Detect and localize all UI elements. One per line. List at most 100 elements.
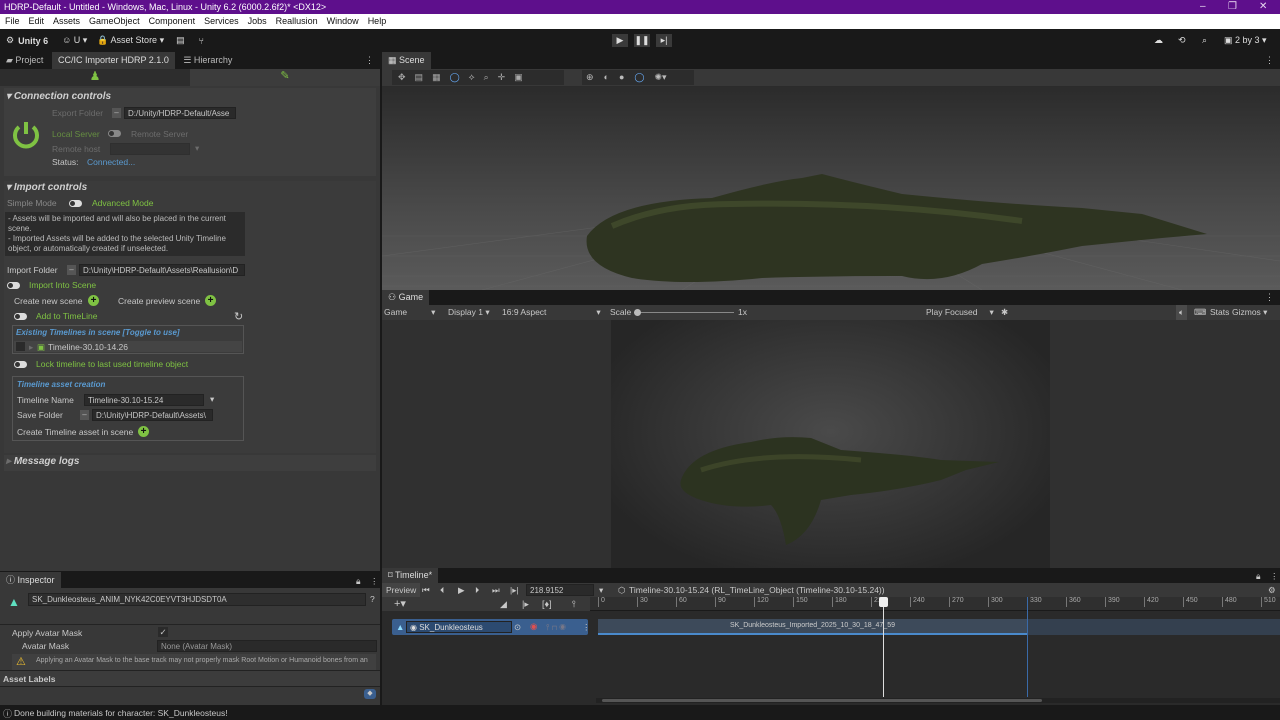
timeline-lock-icon[interactable]: 🔒︎ [1256, 571, 1261, 582]
animation-tab-icon[interactable]: ✎ [190, 69, 380, 86]
account-button[interactable]: ☺ U ▾ [62, 35, 87, 46]
search-icon[interactable]: ⌕ [1202, 35, 1207, 46]
ripple-icon[interactable]: ◢ [500, 597, 507, 611]
key-icon[interactable]: [♦] [542, 597, 552, 611]
message-logs-header[interactable]: ▸ Message logs [6, 456, 79, 467]
menu-help[interactable]: Help [368, 14, 387, 29]
export-folder-field[interactable]: D:/Unity/HDRP-Default/Asse [124, 107, 236, 119]
menu-jobs[interactable]: Jobs [248, 14, 267, 29]
create-preview-scene-button[interactable]: + [205, 295, 216, 306]
playhead-handle[interactable] [878, 597, 888, 607]
snap-tool-icon[interactable]: ▣ [514, 70, 523, 85]
mute-audio-icon[interactable]: 🔈︎ [1176, 305, 1188, 320]
import-folder-field[interactable]: D:\Unity\HDRP-Default\Assets\Reallusion\… [79, 264, 245, 276]
character-tab-icon[interactable]: ♟ [0, 69, 190, 86]
timeline-scrollbar[interactable] [596, 698, 1280, 703]
existing-timeline-checkbox[interactable] [16, 342, 25, 351]
frame-dropdown-icon[interactable]: ▾ [599, 583, 603, 597]
orbit-tool-icon[interactable]: ◯ [450, 70, 460, 85]
power-icon[interactable] [10, 119, 42, 151]
tab-hierarchy[interactable]: ☰ Hierarchy [177, 52, 238, 69]
menu-reallusion[interactable]: Reallusion [276, 14, 318, 29]
display-dropdown[interactable]: Display 1 ▾ [448, 305, 490, 320]
unity-version-button[interactable]: Unity 6 [18, 36, 48, 46]
cloud-icon[interactable]: ☁ [1154, 35, 1163, 46]
previous-frame-button[interactable]: ⏴ [440, 583, 444, 597]
layout-dropdown[interactable]: ▣ 2 by 3 ▾ [1224, 35, 1267, 46]
playhead[interactable] [878, 597, 888, 697]
inspector-menu-icon[interactable]: ⋮ [370, 576, 379, 587]
connection-controls-header[interactable]: ▾ Connection controls [6, 91, 111, 102]
pause-button[interactable]: ❚❚ [634, 34, 650, 47]
play-button[interactable]: ▶ [612, 34, 628, 47]
2d-toggle-icon[interactable]: ◯ [634, 70, 644, 85]
apply-avatar-mask-checkbox[interactable]: ✓ [158, 627, 168, 637]
go-to-end-button[interactable]: ⏭ [492, 583, 500, 597]
menu-assets[interactable]: Assets [53, 14, 80, 29]
menu-edit[interactable]: Edit [29, 14, 45, 29]
aspect-dropdown[interactable]: 16:9 Aspect ▾ [502, 305, 601, 320]
menu-file[interactable]: File [5, 14, 20, 29]
next-frame-button[interactable]: ⏵ [475, 583, 479, 597]
server-toggle[interactable] [108, 130, 121, 137]
create-new-scene-button[interactable]: + [88, 295, 99, 306]
game-menu-icon[interactable]: ⋮ [1265, 292, 1274, 303]
version-control-icon[interactable]: ⑂ [199, 36, 204, 46]
track-menu-icon[interactable]: ⋮ [582, 622, 591, 633]
asset-labels-header[interactable]: Asset Labels [0, 670, 380, 687]
shortcuts-icon[interactable]: ⌨ [1194, 305, 1206, 320]
tab-inspector[interactable]: ⓘ Inspector [0, 572, 61, 588]
lock-timeline-toggle[interactable] [14, 361, 27, 368]
timeline-settings-icon[interactable]: ⚙ [1268, 583, 1276, 597]
import-into-scene-toggle[interactable] [7, 282, 20, 289]
game-mode-dropdown[interactable]: Game ▾ [384, 305, 435, 320]
scale-slider[interactable] [634, 312, 734, 313]
globe-icon[interactable]: ⊕ [586, 70, 594, 85]
scene-menu-icon[interactable]: ⋮ [1265, 55, 1274, 66]
timeline-asset-breadcrumb[interactable]: Timeline-30.10-15.24 (RL_TimeLine_Object… [629, 583, 885, 597]
record-button[interactable]: ◉ [530, 621, 537, 632]
label-tag-icon[interactable]: ◆ [364, 689, 376, 699]
game-viewport[interactable] [382, 320, 1280, 568]
more-menu-icon[interactable]: ⋮ [365, 55, 374, 66]
scale-slider-handle[interactable] [634, 309, 641, 316]
zoom-tool-icon[interactable]: ⌕ [484, 70, 489, 85]
help-icon[interactable]: ? [370, 594, 375, 604]
stats-button[interactable]: Stats [1210, 305, 1229, 320]
remote-host-dropdown-icon[interactable]: ▾ [195, 143, 199, 154]
close-button[interactable]: ✕ [1259, 0, 1267, 14]
go-to-start-button[interactable]: ⏮ [422, 583, 430, 597]
step-button[interactable]: ▸| [656, 34, 672, 47]
preview-button[interactable]: Preview [382, 583, 421, 597]
add-track-button[interactable]: +▾ [394, 597, 406, 611]
menu-window[interactable]: Window [327, 14, 359, 29]
track-binding-field[interactable]: ◉ SK_Dunkleosteus [406, 621, 512, 633]
import-folder-remove[interactable]: – [67, 265, 76, 275]
snap-icon[interactable]: |▸ [522, 597, 529, 611]
tab-timeline[interactable]: ⌑ Timeline* [382, 568, 439, 583]
animation-clip[interactable]: SK_Dunkleosteus_Imported_2025_10_30_18_4… [598, 619, 1027, 635]
tab-game[interactable]: ⚇ Game [382, 290, 430, 305]
remote-host-field[interactable] [110, 143, 190, 155]
frame-field[interactable]: 218.9152 [526, 584, 594, 596]
timeline-ruler[interactable]: 0306090120150180210240270300330360390420… [590, 597, 1280, 611]
timeline-scrollbar-thumb[interactable] [602, 699, 1042, 702]
transform-tool-icon[interactable]: ✛ [498, 70, 506, 85]
create-timeline-asset-button[interactable]: + [138, 426, 149, 437]
menu-gameobject[interactable]: GameObject [89, 14, 140, 29]
lock-icon[interactable]: 🔒︎ [356, 576, 361, 587]
menu-component[interactable]: Component [149, 14, 196, 29]
timeline-play-button[interactable]: ▶ [458, 583, 465, 597]
asset-store-button[interactable]: 🔒 Asset Store ▾ [97, 35, 164, 46]
tab-scene[interactable]: ▦ Scene [382, 52, 431, 69]
export-folder-remove[interactable]: – [112, 108, 121, 118]
timeline-name-field[interactable]: Timeline-30.10-15.24 [84, 394, 204, 406]
hand-tool-icon[interactable]: ▤ [415, 70, 424, 85]
track-header[interactable]: ▲ ◉ SK_Dunkleosteus ⊙ ◉ ⫯ ⊓ ◉ ⋮ [392, 619, 591, 635]
timeline-name-dropdown-icon[interactable]: ▾ [210, 394, 214, 405]
grid-tool-icon[interactable]: ▦ [432, 70, 441, 85]
expand-arrow-icon[interactable]: ▸ [29, 342, 33, 353]
refresh-icon[interactable]: ↻ [234, 310, 243, 323]
minimize-button[interactable]: – [1200, 0, 1206, 14]
history-icon[interactable]: ⟲ [1178, 35, 1186, 46]
